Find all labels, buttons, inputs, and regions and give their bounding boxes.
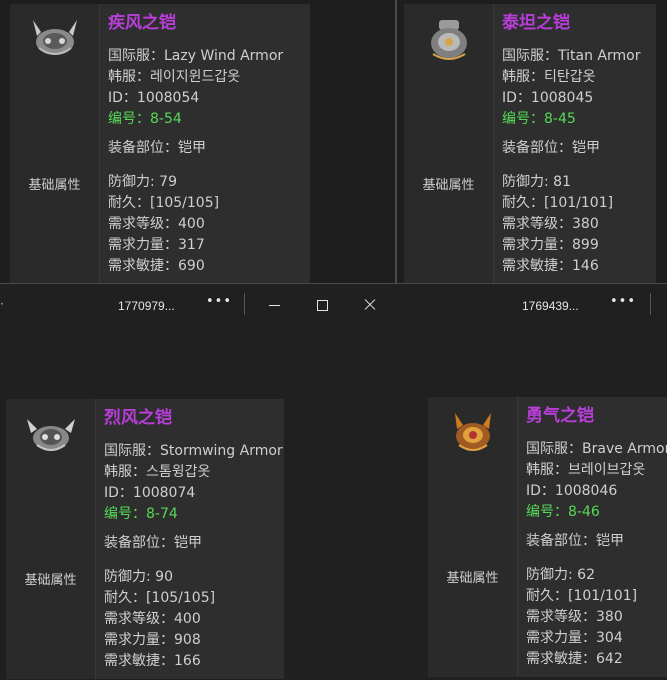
armor-icon-graphic [33,20,77,55]
titlebar-divider [244,293,245,315]
screenshot-region-bottom-right: 1769439... ••• 勇气之铠 国际服：Brave Armor 韩服：브… [396,283,667,680]
stats-list: 防御力: 62 耐久：[101/101] 需求等级：380 需求力量：304 需… [518,561,667,677]
kr-name: 韩服：스톰윙갑옷 [104,464,211,480]
more-horizontal-icon[interactable]: ••• [610,294,636,309]
intl-name: 国际服：Titan Armor [502,48,641,64]
stat-durability: 耐久：[105/105] [104,590,216,606]
screenshot-region-top-right: 泰坦之铠 国际服：Titan Armor 韩服：티탄갑옷 ID：1008045 … [396,0,667,283]
stat-level: 需求等级：400 [108,216,205,232]
equip-slot: 装备部位：铠甲 [526,533,624,549]
item-id: ID：1008074 [104,485,196,501]
armor-icon-graphic [27,419,75,451]
stat-dexterity: 需求敏捷：146 [502,258,599,274]
item-code: 编号：8-54 [108,111,182,127]
stat-dexterity: 需求敏捷：690 [108,258,205,274]
armor-icon [6,399,96,563]
screenshot-region-top-left: 疾风之铠 国际服：Lazy Wind Armor 韩服：레이지윈드갑옷 ID：1… [0,0,396,283]
equip-slot: 装备部位：铠甲 [502,140,600,156]
stat-durability: 耐久：[101/101] [502,195,614,211]
window-titlebar: · 1770979... ••• [0,283,396,331]
overflow-dot: · [0,297,4,311]
stat-durability: 耐久：[101/101] [526,588,638,604]
item-name: 烈风之铠 [104,408,172,428]
item-card: 烈风之铠 国际服：Stormwing Armor 韩服：스톰윙갑옷 ID：100… [6,399,284,679]
stat-dexterity: 需求敏捷：642 [526,651,623,667]
more-horizontal-icon[interactable]: ••• [206,294,232,309]
section-label: 基础属性 [10,168,100,283]
region-divider-horizontal [0,283,667,284]
item-name: 泰坦之铠 [502,13,570,33]
close-icon[interactable] [360,295,380,315]
armor-icon-graphic [455,413,491,451]
stat-strength: 需求力量：304 [526,630,623,646]
item-card: 疾风之铠 国际服：Lazy Wind Armor 韩服：레이지윈드갑옷 ID：1… [10,4,310,283]
armor-icon [428,397,518,561]
armor-icon [404,4,494,168]
intl-name: 国际服：Lazy Wind Armor [108,48,284,64]
titlebar-divider [650,293,651,315]
stat-strength: 需求力量：899 [502,237,599,253]
item-code: 编号：8-46 [526,504,600,520]
stat-strength: 需求力量：317 [108,237,205,253]
window-titlebar: 1769439... ••• [396,283,667,331]
stat-defense: 防御力: 90 [104,569,173,585]
item-card: 勇气之铠 国际服：Brave Armor 韩服：브레이브갑옷 ID：100804… [428,397,667,677]
kr-name: 韩服：티탄갑옷 [502,69,596,85]
equip-slot: 装备部位：铠甲 [104,535,202,551]
stat-defense: 防御力: 81 [502,174,571,190]
stat-level: 需求等级：380 [526,609,623,625]
screenshot-region-bottom-left: · 1770979... ••• 烈风之铠 国际服：Stormwing Armo… [0,283,396,680]
armor-icon-graphic [431,20,467,60]
section-label: 基础属性 [404,168,494,283]
stat-defense: 防御力: 79 [108,174,177,190]
item-id: ID：1008045 [502,90,594,106]
item-id: ID：1008054 [108,90,200,106]
item-id: ID：1008046 [526,483,618,499]
stat-strength: 需求力量：908 [104,632,201,648]
stat-level: 需求等级：400 [104,611,201,627]
region-divider-vertical [395,0,397,283]
intl-name: 国际服：Brave Armor [526,441,667,457]
stat-defense: 防御力: 62 [526,567,595,583]
item-name: 疾风之铠 [108,13,176,33]
equip-slot: 装备部位：铠甲 [108,140,206,156]
item-name: 勇气之铠 [526,406,594,426]
item-code: 编号：8-45 [502,111,576,127]
stat-dexterity: 需求敏捷：166 [104,653,201,669]
section-label: 基础属性 [428,561,518,677]
section-label: 基础属性 [6,563,96,679]
intl-name: 国际服：Stormwing Armor [104,443,283,459]
stat-durability: 耐久：[105/105] [108,195,220,211]
kr-name: 韩服：브레이브갑옷 [526,462,646,478]
maximize-icon[interactable] [312,295,332,315]
item-card: 泰坦之铠 国际服：Titan Armor 韩服：티탄갑옷 ID：1008045 … [404,4,656,283]
item-code: 编号：8-74 [104,506,178,522]
armor-icon [10,4,100,168]
stats-list: 防御力: 90 耐久：[105/105] 需求等级：400 需求力量：908 需… [96,563,284,679]
stats-list: 防御力: 81 耐久：[101/101] 需求等级：380 需求力量：899 需… [494,168,656,283]
window-title[interactable]: 1770979... [118,299,175,313]
stat-level: 需求等级：380 [502,216,599,232]
minimize-icon[interactable] [265,295,285,315]
window-title[interactable]: 1769439... [522,299,579,313]
kr-name: 韩服：레이지윈드갑옷 [108,69,241,85]
stats-list: 防御力: 79 耐久：[105/105] 需求等级：400 需求力量：317 需… [100,168,310,283]
